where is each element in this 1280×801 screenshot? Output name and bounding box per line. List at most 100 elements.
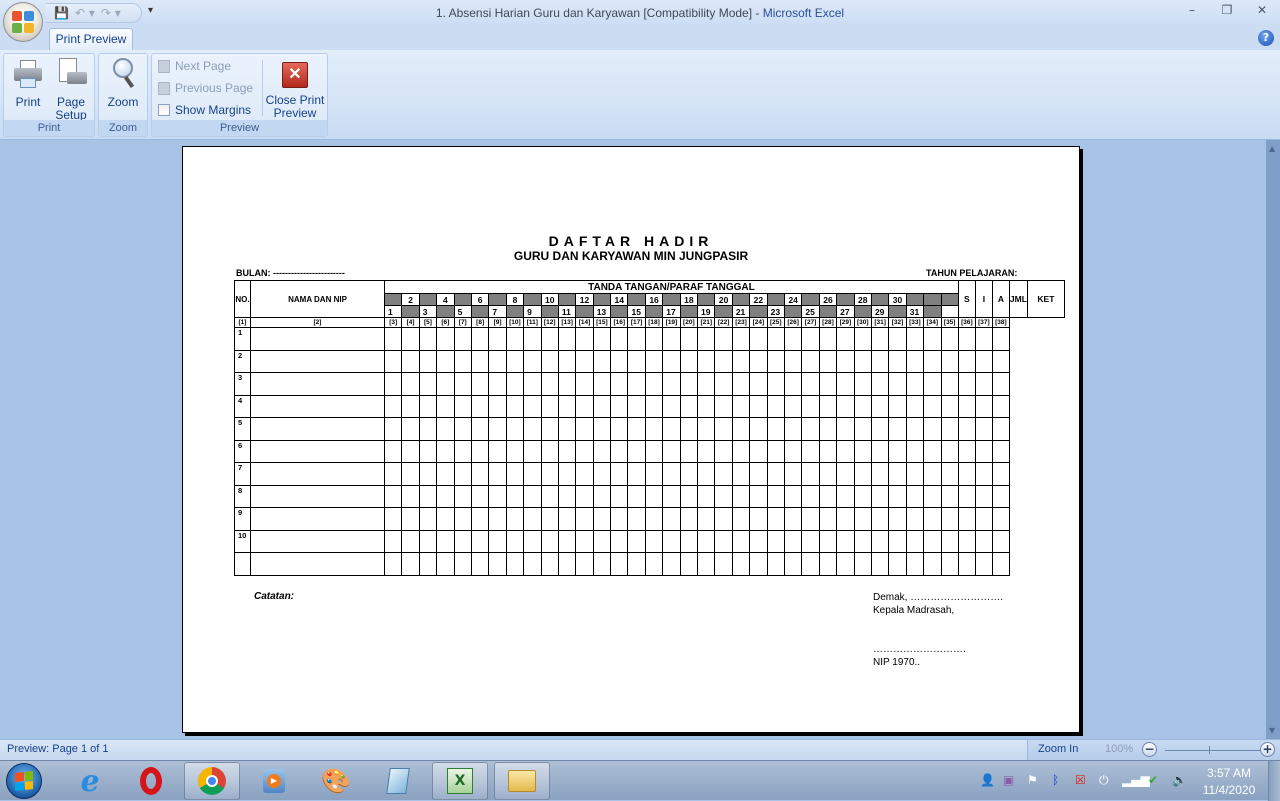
close-button[interactable]: ✕ <box>1247 3 1277 21</box>
attendance-cell[interactable] <box>991 394 1010 418</box>
attendance-cell[interactable] <box>836 327 855 351</box>
attendance-cell[interactable] <box>488 507 507 531</box>
attendance-cell[interactable] <box>557 327 577 351</box>
attendance-cell[interactable] <box>418 394 438 418</box>
vertical-scrollbar[interactable]: ▲ ▼ <box>1266 140 1280 739</box>
attendance-cell[interactable] <box>888 417 907 441</box>
attendance-cell[interactable] <box>923 327 942 351</box>
attendance-cell[interactable] <box>731 327 751 351</box>
attendance-cell[interactable] <box>662 529 681 553</box>
attendance-cell[interactable] <box>818 529 838 553</box>
attendance-cell[interactable] <box>436 417 455 441</box>
tray-user-icon[interactable]: 👤 <box>980 773 995 787</box>
taskbar-opera[interactable] <box>127 762 175 800</box>
attendance-cell[interactable] <box>783 349 803 373</box>
attendance-cell[interactable] <box>679 417 699 441</box>
zoom-in-label[interactable]: Zoom In <box>1038 743 1078 755</box>
attendance-cell[interactable] <box>766 417 785 441</box>
attendance-cell[interactable] <box>627 439 646 463</box>
attendance-cell[interactable] <box>870 349 890 373</box>
attendance-cell[interactable] <box>470 372 490 396</box>
attendance-cell[interactable] <box>940 327 959 351</box>
attendance-cell[interactable] <box>436 462 455 486</box>
attendance-cell[interactable] <box>610 372 629 396</box>
attendance-cell[interactable] <box>731 529 751 553</box>
attendance-cell[interactable] <box>853 484 872 508</box>
attendance-cell[interactable] <box>853 507 872 531</box>
print-button[interactable]: Print <box>8 56 48 109</box>
attendance-cell[interactable] <box>783 394 803 418</box>
attendance-cell[interactable] <box>627 372 646 396</box>
attendance-cell[interactable] <box>888 372 907 396</box>
attendance-cell[interactable] <box>697 372 716 396</box>
attendance-cell[interactable] <box>383 507 403 531</box>
attendance-cell[interactable] <box>644 529 664 553</box>
attendance-cell[interactable] <box>991 417 1010 441</box>
attendance-cell[interactable] <box>923 462 942 486</box>
attendance-cell[interactable] <box>905 439 925 463</box>
attendance-cell[interactable] <box>662 327 681 351</box>
attendance-cell[interactable] <box>749 372 768 396</box>
attendance-cell[interactable] <box>662 349 681 373</box>
attendance-cell[interactable] <box>470 484 490 508</box>
attendance-cell[interactable] <box>662 462 681 486</box>
attendance-cell[interactable] <box>401 327 420 351</box>
attendance-cell[interactable] <box>557 439 577 463</box>
taskbar-media-player[interactable]: ▶ <box>250 762 298 800</box>
attendance-cell[interactable] <box>749 552 768 576</box>
attendance-cell[interactable] <box>540 462 559 486</box>
attendance-cell[interactable] <box>974 372 993 396</box>
attendance-cell[interactable] <box>853 349 872 373</box>
attendance-cell[interactable] <box>870 484 890 508</box>
attendance-cell[interactable] <box>801 552 820 576</box>
attendance-cell[interactable] <box>557 484 577 508</box>
attendance-cell[interactable] <box>679 394 699 418</box>
attendance-cell[interactable] <box>836 349 855 373</box>
attendance-cell[interactable] <box>610 349 629 373</box>
attendance-cell[interactable] <box>766 372 785 396</box>
attendance-cell[interactable] <box>418 529 438 553</box>
attendance-cell[interactable] <box>505 484 525 508</box>
attendance-cell[interactable] <box>957 484 976 508</box>
attendance-cell[interactable] <box>453 417 472 441</box>
attendance-cell[interactable] <box>766 394 785 418</box>
attendance-cell[interactable] <box>888 552 907 576</box>
attendance-cell[interactable] <box>505 462 525 486</box>
close-print-preview-button[interactable]: ✕ Close Print Preview <box>264 56 326 120</box>
attendance-cell[interactable] <box>783 552 803 576</box>
attendance-cell[interactable] <box>940 484 959 508</box>
attendance-cell[interactable] <box>905 372 925 396</box>
attendance-cell[interactable] <box>383 327 403 351</box>
attendance-cell[interactable] <box>557 462 577 486</box>
attendance-cell[interactable] <box>592 439 612 463</box>
attendance-cell[interactable] <box>453 462 472 486</box>
attendance-cell[interactable] <box>679 507 699 531</box>
attendance-cell[interactable] <box>940 552 959 576</box>
attendance-cell[interactable] <box>818 484 838 508</box>
attendance-cell[interactable] <box>470 417 490 441</box>
attendance-cell[interactable] <box>905 552 925 576</box>
attendance-cell[interactable] <box>523 417 542 441</box>
attendance-cell[interactable] <box>453 372 472 396</box>
attendance-cell[interactable] <box>662 552 681 576</box>
attendance-cell[interactable] <box>714 529 733 553</box>
attendance-cell[interactable] <box>783 439 803 463</box>
attendance-cell[interactable] <box>853 462 872 486</box>
attendance-cell[interactable] <box>991 552 1010 576</box>
attendance-cell[interactable] <box>749 462 768 486</box>
attendance-cell[interactable] <box>575 417 594 441</box>
attendance-cell[interactable] <box>627 394 646 418</box>
attendance-cell[interactable] <box>714 327 733 351</box>
attendance-cell[interactable] <box>627 507 646 531</box>
attendance-cell[interactable] <box>957 507 976 531</box>
attendance-cell[interactable] <box>383 394 403 418</box>
attendance-cell[interactable] <box>870 417 890 441</box>
attendance-cell[interactable] <box>923 372 942 396</box>
attendance-cell[interactable] <box>401 507 420 531</box>
attendance-cell[interactable] <box>697 417 716 441</box>
attendance-cell[interactable] <box>505 394 525 418</box>
attendance-cell[interactable] <box>436 529 455 553</box>
attendance-cell[interactable] <box>523 349 542 373</box>
help-icon[interactable]: ? <box>1258 30 1274 46</box>
attendance-cell[interactable] <box>957 462 976 486</box>
